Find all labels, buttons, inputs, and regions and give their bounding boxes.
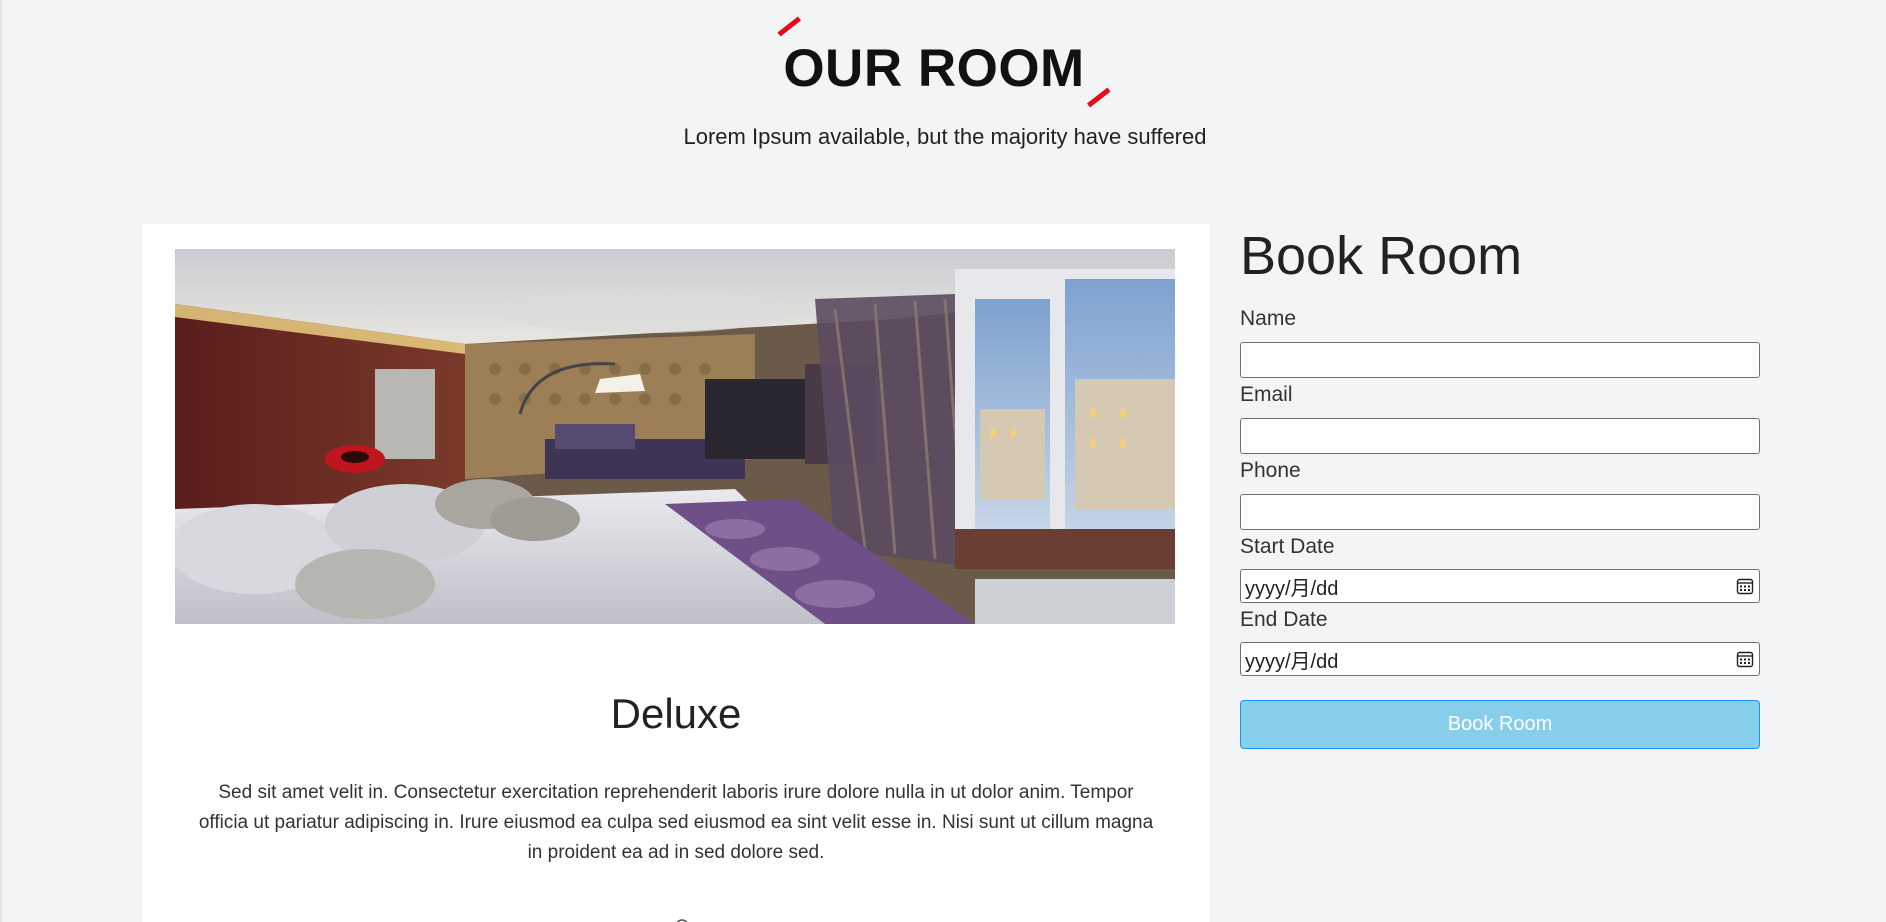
- start-date-label: Start Date: [1240, 535, 1335, 558]
- booking-form: Book Room Name Email Phone Start Date yy…: [1240, 224, 1762, 749]
- section-heading: OUR ROOM: [2, 16, 1886, 108]
- room-card: Deluxe Sed sit amet velit in. Consectetu…: [142, 224, 1210, 922]
- email-field[interactable]: [1240, 418, 1760, 454]
- title-accent-bottom-right: [1086, 87, 1111, 108]
- booking-title: Book Room: [1240, 226, 1523, 286]
- room-photo[interactable]: [175, 249, 1175, 624]
- email-label: Email: [1240, 383, 1293, 406]
- name-label: Name: [1240, 307, 1297, 330]
- book-room-button[interactable]: Book Room: [1240, 700, 1760, 749]
- title-accent-top-left: [777, 16, 802, 37]
- name-field[interactable]: [1240, 342, 1760, 378]
- phone-label: Phone: [1240, 459, 1301, 482]
- section-title-text: OUR ROOM: [783, 39, 1085, 98]
- end-date-label: End Date: [1240, 608, 1328, 631]
- hotel-room-image: [175, 249, 1175, 624]
- end-date-field[interactable]: yyyy/月/dd: [1240, 642, 1760, 676]
- end-date-value: yyyy/月/dd: [1245, 650, 1339, 673]
- section-subtitle: Lorem Ipsum available, but the majority …: [683, 124, 1207, 149]
- room-name: Deluxe: [610, 690, 742, 737]
- start-date-value: yyyy/月/dd: [1245, 577, 1339, 600]
- page: OUR ROOM Lorem Ipsum available, but the …: [0, 0, 1886, 922]
- room-description: Sed sit amet velit in. Consectetur exerc…: [198, 782, 1154, 863]
- calendar-icon[interactable]: [1735, 576, 1755, 596]
- section-title: OUR ROOM: [777, 16, 1111, 108]
- phone-field[interactable]: [1240, 494, 1760, 530]
- room-footer-icon: [672, 910, 692, 922]
- start-date-field[interactable]: yyyy/月/dd: [1240, 569, 1760, 603]
- calendar-icon[interactable]: [1735, 649, 1755, 669]
